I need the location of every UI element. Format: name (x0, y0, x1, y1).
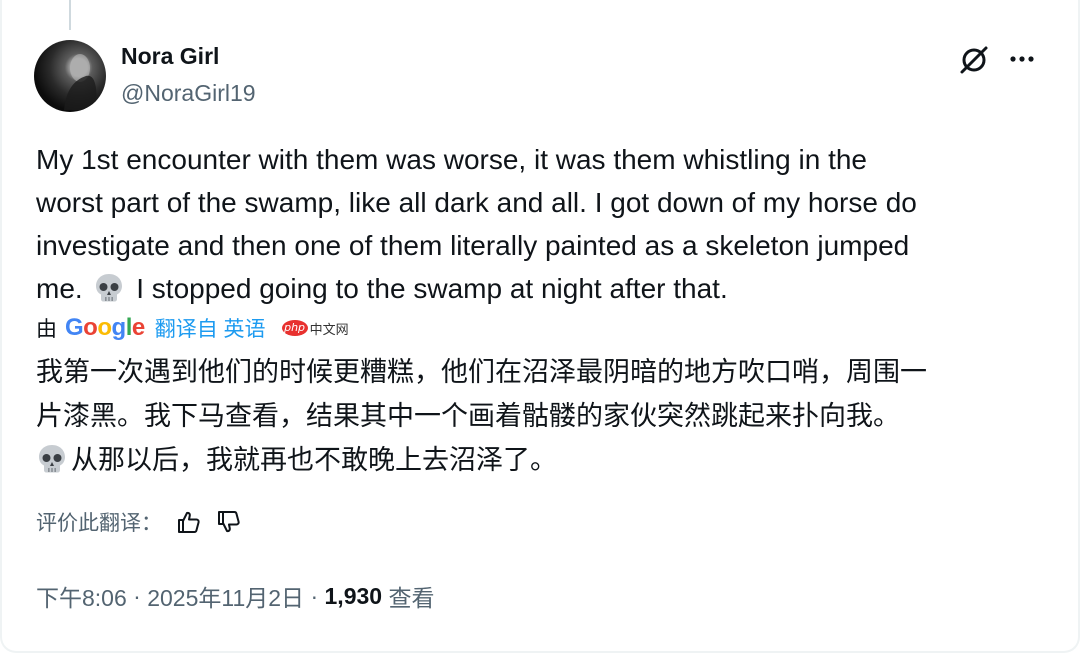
translation-attribution: 由 Google 翻译自 英语 php 中文网 (36, 313, 349, 343)
translated-line-3-text: 从那以后，我就再也不敢晚上去沼泽了。 (71, 445, 557, 475)
grok-icon[interactable] (958, 44, 990, 76)
google-logo: Google (65, 314, 145, 341)
views-count: 1,930 (324, 582, 383, 609)
tweet-line-1: My 1st encounter with them was worse, it… (36, 144, 868, 175)
author-handle[interactable]: @NoraGirl19 (121, 80, 256, 107)
tweet-time[interactable]: 下午8:06 (36, 579, 127, 613)
skull-icon (96, 274, 123, 302)
rate-translation: 评价此翻译： (36, 507, 242, 537)
translated-line-2: 片漆黑。我下马查看，结果其中一个画着骷髅的家伙突然跳起来扑向我。 (36, 401, 900, 431)
thumbs-up-icon[interactable] (176, 509, 202, 535)
meta-separator: · (126, 582, 148, 609)
tweet-line-4-end: I stopped going to the swamp at night af… (136, 273, 728, 304)
tweet-card: Nora Girl @NoraGirl19 My 1st encounter w… (0, 0, 1080, 653)
views-label: 查看 (388, 585, 435, 611)
tweet-meta: 下午8:06 · 2025年11月2日 · 1,930 查看 (36, 579, 434, 613)
translated-by-label: 由 (36, 318, 57, 341)
tweet-line-3: investigate and then one of them literal… (36, 230, 910, 261)
translated-from-link[interactable]: 翻译自 英语 (155, 313, 266, 343)
translated-text: 我第一次遇到他们的时候更糟糕，他们在沼泽最阴暗的地方吹口哨，周围一 片漆黑。我下… (36, 350, 1046, 482)
tweet-line-4-start: me. (36, 273, 83, 304)
tweet-date[interactable]: 2025年11月2日 (147, 579, 304, 613)
skull-icon (39, 445, 65, 473)
author-name[interactable]: Nora Girl (121, 43, 219, 70)
tweet-line-4: me. I stopped going to the swamp at nigh… (36, 267, 1046, 310)
avatar[interactable] (34, 40, 106, 112)
tweet-text: My 1st encounter with them was worse, it… (36, 138, 1046, 310)
meta-separator: · (304, 582, 325, 609)
thread-line (69, 0, 71, 30)
watermark-logo: php 中文网 (281, 319, 349, 338)
more-icon[interactable] (1008, 48, 1036, 70)
translated-line-1: 我第一次遇到他们的时候更糟糕，他们在沼泽最阴暗的地方吹口哨，周围一 (36, 357, 927, 387)
tweet-line-2: worst part of the swamp, like all dark a… (36, 187, 917, 218)
thumbs-down-icon[interactable] (216, 509, 242, 535)
rate-translation-label: 评价此翻译： (36, 512, 162, 535)
translated-line-3: 从那以后，我就再也不敢晚上去沼泽了。 (36, 438, 1046, 482)
